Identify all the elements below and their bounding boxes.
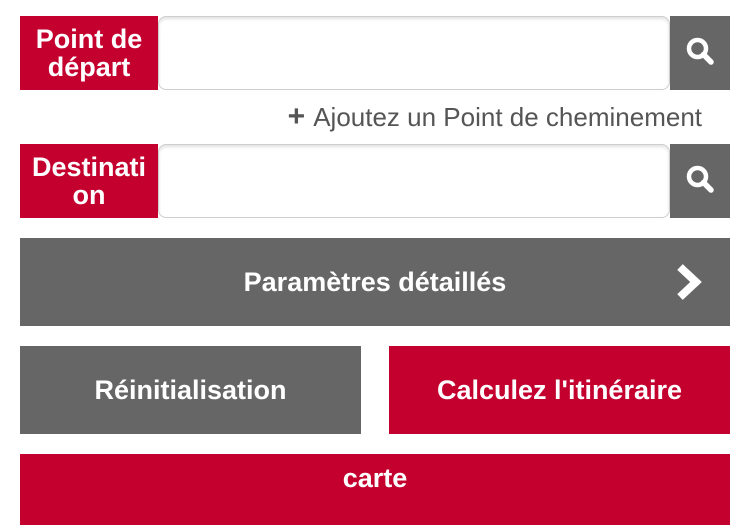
destination-label: Destinati on bbox=[20, 144, 158, 218]
destination-input[interactable] bbox=[158, 144, 670, 218]
destination-row: Destinati on bbox=[20, 144, 730, 218]
reset-label: Réinitialisation bbox=[94, 374, 287, 405]
start-input[interactable] bbox=[158, 16, 670, 90]
search-icon bbox=[685, 36, 715, 71]
detailed-settings-label: Paramètres détaillés bbox=[243, 266, 507, 297]
start-row: Point de départ bbox=[20, 16, 730, 90]
calculate-route-button[interactable]: Calculez l'itinéraire bbox=[389, 346, 730, 434]
map-label: carte bbox=[342, 462, 408, 493]
search-icon bbox=[685, 164, 715, 199]
add-waypoint-link[interactable]: + Ajoutez un Point de cheminement bbox=[288, 100, 702, 134]
chevron-right-icon bbox=[674, 263, 704, 301]
map-button[interactable]: carte bbox=[20, 454, 730, 525]
reset-button[interactable]: Réinitialisation bbox=[20, 346, 361, 434]
add-waypoint-label: Ajoutez un Point de cheminement bbox=[313, 101, 702, 132]
detailed-settings-button[interactable]: Paramètres détaillés bbox=[20, 238, 730, 326]
destination-search-button[interactable] bbox=[670, 144, 730, 218]
route-search-form: Point de départ + Ajoutez un Point de ch… bbox=[0, 0, 750, 525]
start-search-button[interactable] bbox=[670, 16, 730, 90]
plus-icon: + bbox=[287, 100, 306, 133]
start-label: Point de départ bbox=[20, 16, 158, 90]
calculate-route-label: Calculez l'itinéraire bbox=[436, 374, 683, 405]
